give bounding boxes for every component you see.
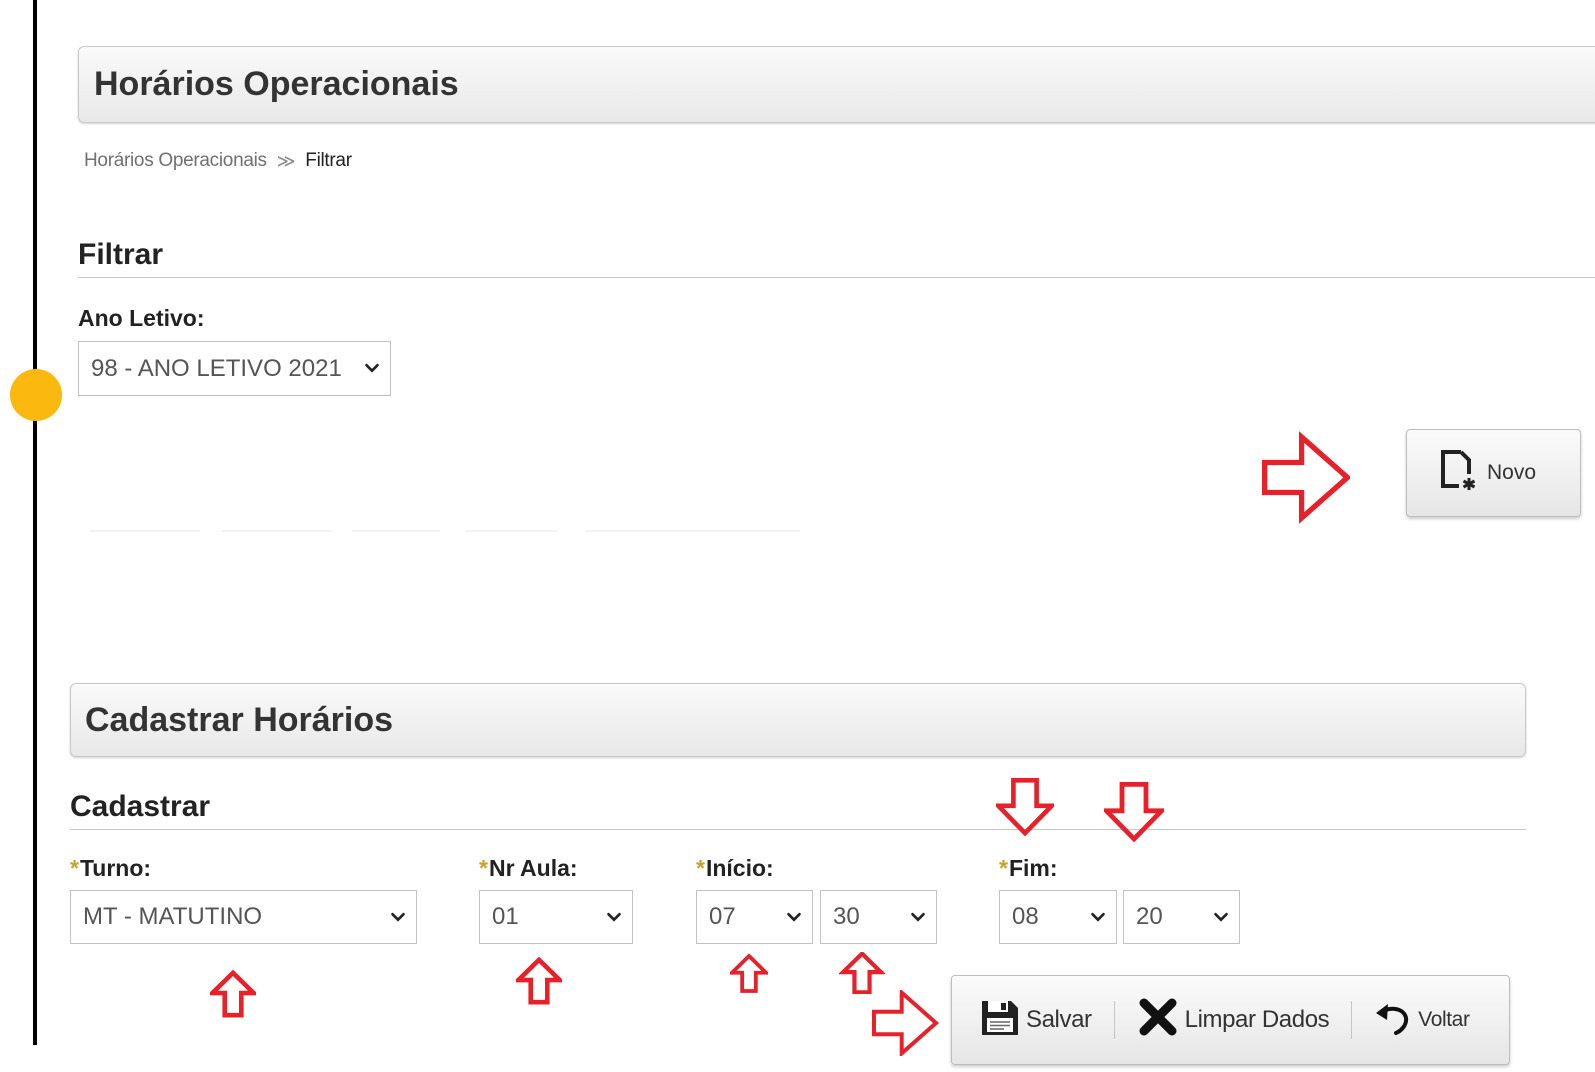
inicio-hour-value: 07: [709, 903, 736, 930]
chevron-down-icon: [786, 912, 802, 923]
red-arrow-icon: [839, 952, 885, 994]
timeline-dot: [10, 369, 62, 421]
required-marker: *: [696, 855, 705, 881]
red-arrow-icon: [210, 960, 256, 1028]
new-document-icon: [1437, 448, 1479, 498]
divider: [352, 530, 440, 532]
breadcrumb-current: Filtrar: [305, 150, 352, 171]
chevron-down-icon: [1090, 912, 1106, 923]
register-panel-title: Cadastrar Horários: [85, 700, 394, 739]
divider: [465, 530, 557, 532]
action-divider: [1351, 1001, 1353, 1039]
fim-minute-select[interactable]: 20: [1123, 890, 1240, 944]
fim-hour-value: 08: [1012, 903, 1039, 930]
red-arrow-icon: [996, 778, 1054, 836]
register-section-title: Cadastrar: [70, 790, 1526, 830]
chevron-down-icon: [606, 912, 622, 923]
ano-letivo-select[interactable]: 98 - ANO LETIVO 2021: [78, 341, 391, 396]
divider: [90, 530, 200, 532]
required-marker: *: [70, 855, 79, 881]
fim-minute-value: 20: [1136, 903, 1163, 930]
red-arrow-icon: [516, 957, 562, 1005]
nr-aula-label-text: Nr Aula:: [488, 855, 578, 881]
register-panel-header: Cadastrar Horários: [70, 683, 1526, 757]
inicio-minute-value: 30: [833, 903, 860, 930]
fim-hour-select[interactable]: 08: [999, 890, 1117, 944]
floppy-disk-icon: [980, 997, 1020, 1044]
timeline-line: [33, 0, 37, 1045]
inicio-hour-select[interactable]: 07: [696, 890, 813, 944]
save-button-label: Salvar: [1026, 1006, 1092, 1033]
x-mark-icon: [1137, 996, 1179, 1045]
filter-section-title: Filtrar: [78, 238, 1595, 278]
breadcrumb: Horários Operacionais ≫ Filtrar: [84, 150, 352, 172]
red-arrow-icon: [1104, 775, 1164, 849]
nr-aula-label: *Nr Aula:: [479, 855, 578, 882]
inicio-minute-select[interactable]: 30: [820, 890, 937, 944]
breadcrumb-separator: ≫: [276, 150, 296, 171]
nr-aula-select[interactable]: 01: [479, 890, 633, 944]
chevron-down-icon: [910, 912, 926, 923]
clear-button[interactable]: Limpar Dados: [1137, 996, 1330, 1045]
red-arrow-icon: [1262, 430, 1350, 525]
ano-letivo-value: 98 - ANO LETIVO 2021: [91, 354, 342, 382]
fim-label: *Fim:: [999, 855, 1058, 882]
nr-aula-value: 01: [492, 903, 519, 930]
fim-label-text: Fim:: [1008, 855, 1058, 881]
inicio-label-text: Início:: [705, 855, 774, 881]
breadcrumb-parent-link[interactable]: Horários Operacionais: [84, 150, 267, 172]
undo-arrow-icon: [1374, 998, 1412, 1042]
turno-label-text: Turno:: [79, 855, 152, 881]
required-marker: *: [999, 855, 1008, 881]
turno-value: MT - MATUTINO: [83, 903, 263, 930]
page-title-panel: Horários Operacionais: [78, 46, 1595, 123]
form-action-bar: Salvar Limpar Dados Voltar: [951, 975, 1510, 1065]
chevron-down-icon: [390, 912, 406, 923]
action-divider: [1113, 1001, 1115, 1039]
back-button-label: Voltar: [1418, 1008, 1470, 1031]
back-button[interactable]: Voltar: [1374, 998, 1470, 1042]
inicio-label: *Início:: [696, 855, 774, 882]
chevron-down-icon: [1213, 912, 1229, 923]
turno-select[interactable]: MT - MATUTINO: [70, 890, 417, 944]
red-arrow-icon: [730, 951, 768, 996]
clear-button-label: Limpar Dados: [1184, 1006, 1330, 1033]
required-marker: *: [479, 855, 488, 881]
page-title: Horários Operacionais: [94, 65, 459, 103]
divider: [222, 530, 332, 532]
ano-letivo-label: Ano Letivo:: [78, 305, 205, 331]
red-arrow-icon: [868, 990, 942, 1056]
turno-label: *Turno:: [70, 855, 151, 882]
chevron-down-icon: [364, 363, 380, 374]
new-button-label: Novo: [1487, 461, 1537, 484]
save-button[interactable]: Salvar: [980, 997, 1092, 1044]
divider: [585, 530, 800, 532]
new-button[interactable]: Novo: [1406, 429, 1581, 517]
